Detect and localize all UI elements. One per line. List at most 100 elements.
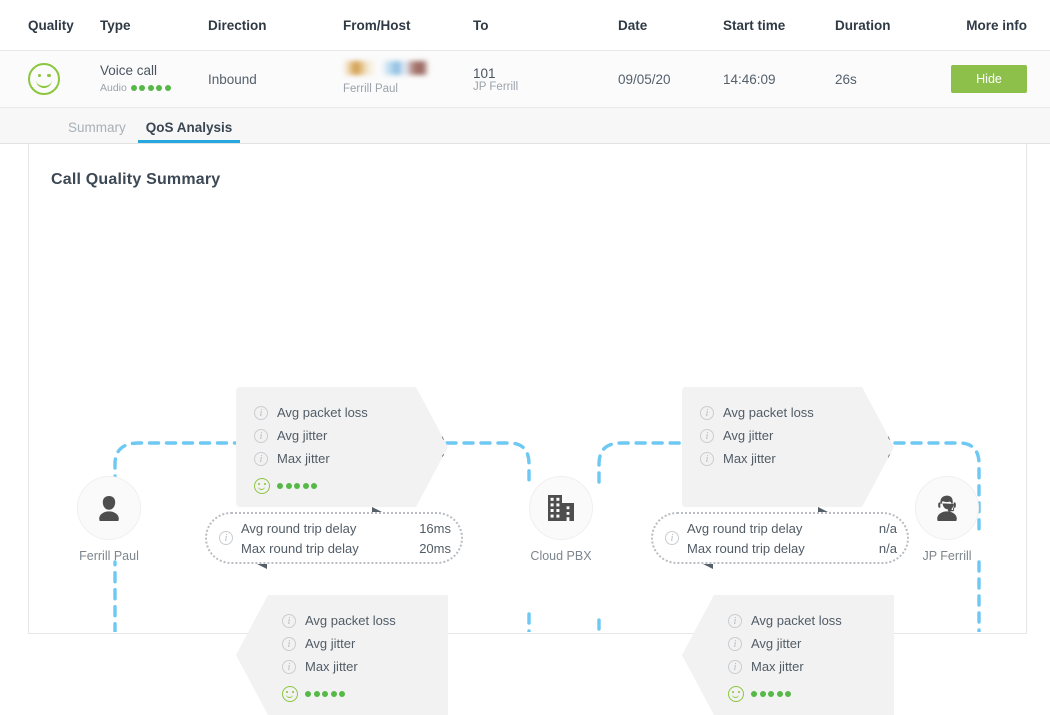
info-icon[interactable]: i — [282, 659, 296, 674]
table-header-row: Quality Type Direction From/Host To Date… — [0, 0, 1050, 50]
metric-label: Max jitter — [751, 659, 804, 674]
quality-dots — [751, 691, 791, 697]
column-header-direction: Direction — [208, 17, 267, 33]
metric-value: 3ms — [915, 659, 940, 674]
metric-label: Max round trip delay — [241, 540, 359, 556]
smiley-happy-icon — [254, 478, 270, 494]
cell-direction: Inbound — [208, 71, 257, 87]
quality-dots — [277, 483, 317, 489]
metric-row: Avg round trip delay n/a — [687, 518, 897, 538]
column-header-quality: Quality — [28, 17, 74, 33]
user-avatar-icon — [77, 476, 141, 540]
metric-label: Avg packet loss — [751, 613, 842, 628]
cell-from-host: Ferrill Paul — [343, 61, 473, 97]
round-trip-metrics: Avg round trip delay n/a Max round trip … — [687, 518, 897, 558]
office-building-icon — [529, 476, 593, 540]
metric-label: Avg round trip delay — [241, 520, 357, 536]
to-name: JP Ferrill — [473, 80, 519, 93]
metric-row: Avg round trip delay 16ms — [241, 518, 451, 538]
smiley-happy-icon — [282, 686, 298, 702]
info-icon[interactable]: i — [254, 428, 268, 443]
metric-label: Avg packet loss — [723, 405, 814, 420]
call-log-table: Quality Type Direction From/Host To Date… — [0, 0, 1050, 108]
table-row[interactable]: Voice call Audio Inbound Ferrill Paul 10… — [0, 50, 1050, 108]
metric-row: Max round trip delay n/a — [687, 538, 897, 558]
metric-row: i Max jitter 3ms — [728, 655, 940, 678]
info-icon[interactable]: i — [254, 405, 268, 420]
info-icon[interactable]: i — [700, 405, 714, 420]
call-path-diagram: Ferrill Paul Cloud PBX JP Ferrill i Avg … — [29, 144, 1027, 715]
cell-start-time: 14:46:09 — [723, 71, 776, 87]
metric-label: Avg jitter — [277, 428, 328, 443]
hide-button[interactable]: Hide — [951, 65, 1027, 93]
metric-label: Avg round trip delay — [687, 520, 803, 536]
metric-label: Avg jitter — [751, 636, 802, 651]
metric-value: 0ms — [915, 636, 940, 651]
metric-value: n/a — [878, 520, 897, 536]
endpoint-node-caller[interactable]: Ferrill Paul — [49, 476, 169, 563]
tab-qos-analysis[interactable]: QoS Analysis — [136, 120, 243, 143]
call-media-quality: Audio — [100, 82, 208, 95]
info-icon[interactable]: i — [282, 613, 296, 628]
quality-dots — [130, 85, 171, 92]
cell-quality — [0, 63, 100, 95]
cell-type: Voice call Audio — [100, 63, 208, 95]
column-header-date: Date — [618, 17, 648, 33]
segment-quality-score — [728, 685, 894, 703]
info-icon[interactable]: i — [700, 428, 714, 443]
redacted-caller-number — [343, 61, 429, 76]
round-trip-box-caller-pbx: i Avg round trip delay 16ms Max round tr… — [205, 512, 463, 564]
metric-value: n/a — [878, 540, 897, 556]
info-icon[interactable]: i — [728, 659, 742, 674]
column-header-duration: Duration — [835, 17, 891, 33]
metric-row: i Avg jitter 0ms — [254, 424, 448, 447]
metric-row: i Max jitter 0ms — [700, 447, 894, 470]
info-icon[interactable]: i — [254, 451, 268, 466]
cell-duration: 26s — [835, 71, 857, 87]
endpoint-caller-label: Ferrill Paul — [79, 549, 139, 563]
metric-label: Avg jitter — [305, 636, 356, 651]
endpoint-node-pbx[interactable]: Cloud PBX — [501, 476, 621, 563]
quality-dots — [305, 691, 345, 697]
column-header-start-time: Start time — [723, 17, 786, 33]
info-icon[interactable]: i — [728, 613, 742, 628]
segment-quality-score — [282, 685, 448, 703]
smiley-happy-icon — [728, 686, 744, 702]
column-header-from-host: From/Host — [343, 17, 411, 33]
metric-row: i Avg jitter 0ms — [700, 424, 894, 447]
round-trip-box-pbx-callee: i Avg round trip delay n/a Max round tri… — [651, 512, 909, 564]
metric-row: i Max jitter 8ms — [254, 447, 448, 470]
metric-label: Max round trip delay — [687, 540, 805, 556]
metric-label: Avg jitter — [723, 428, 774, 443]
metric-value: 0ms — [469, 659, 494, 674]
metric-value: 16ms — [419, 520, 451, 536]
info-icon[interactable]: i — [282, 636, 296, 651]
metric-row: i Avg jitter 0ms — [282, 632, 494, 655]
metric-label: Max jitter — [305, 659, 358, 674]
media-type-label: Audio — [100, 81, 127, 94]
info-icon[interactable]: i — [700, 451, 714, 466]
info-icon[interactable]: i — [728, 636, 742, 651]
metric-label: Max jitter — [723, 451, 776, 466]
metric-label: Avg packet loss — [277, 405, 368, 420]
metric-label: Max jitter — [277, 451, 330, 466]
metric-row: i Max jitter 0ms — [282, 655, 494, 678]
metric-row: i Avg jitter 0ms — [728, 632, 940, 655]
column-header-type: Type — [100, 17, 131, 33]
call-type-label: Voice call — [100, 63, 158, 78]
cell-to: 101 JP Ferrill — [473, 66, 618, 93]
column-header-to: To — [473, 17, 489, 33]
user-headset-avatar-icon — [915, 476, 979, 540]
metric-label: Avg packet loss — [305, 613, 396, 628]
endpoint-pbx-label: Cloud PBX — [530, 549, 592, 563]
column-header-more-info: More info — [966, 17, 1027, 33]
info-icon[interactable]: i — [219, 531, 233, 545]
info-icon[interactable]: i — [665, 531, 679, 545]
metric-row: Max round trip delay 20ms — [241, 538, 451, 558]
cell-more-info: Hide — [945, 65, 1050, 93]
tab-summary[interactable]: Summary — [58, 120, 136, 143]
metric-value: 20ms — [419, 540, 451, 556]
metric-value: 0ms — [469, 636, 494, 651]
qos-analysis-panel: Call Quality Summary Ferrill Paul Cloud … — [28, 144, 1027, 715]
from-host-name: Ferrill Paul — [343, 83, 398, 96]
